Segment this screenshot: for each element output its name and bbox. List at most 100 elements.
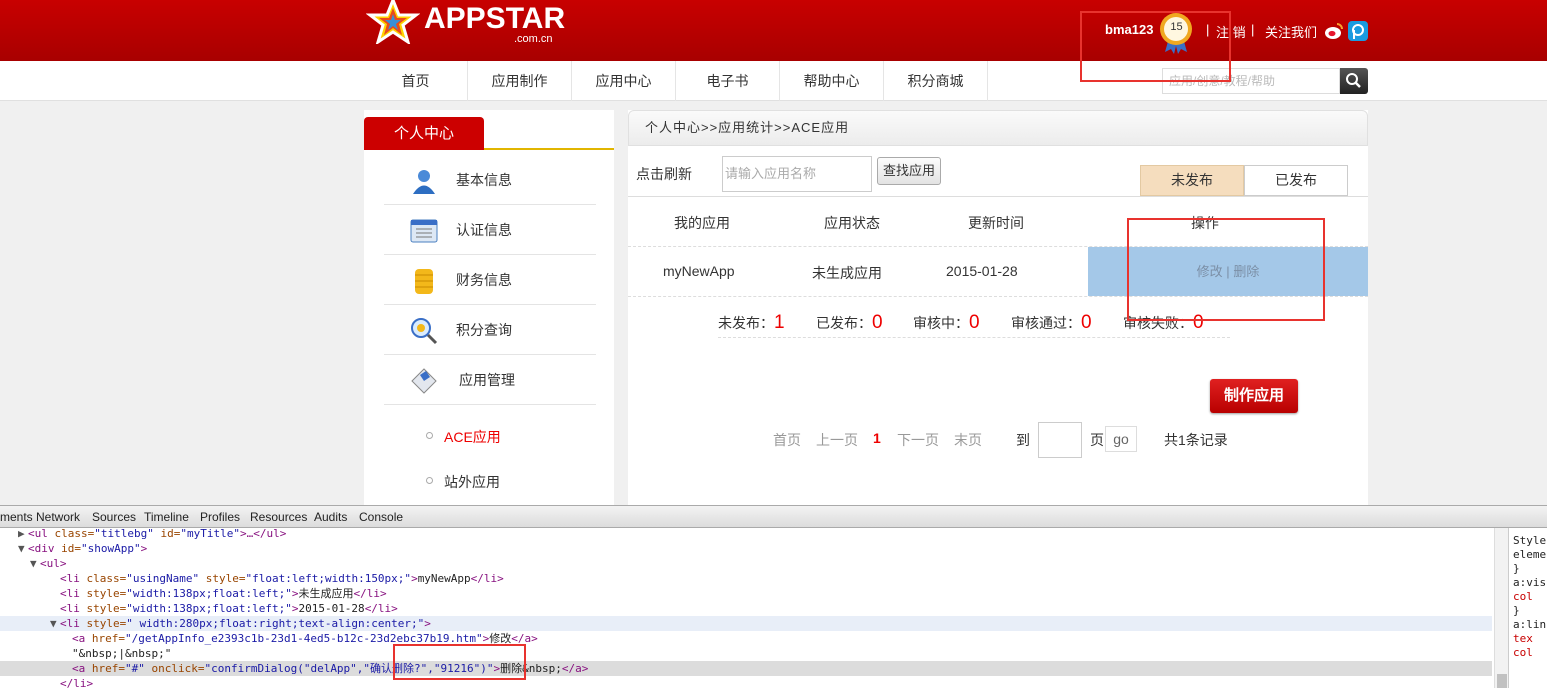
code-token: </li> xyxy=(364,602,398,615)
style-rule-text: a:lin xyxy=(1513,618,1547,631)
dom-node-line[interactable]: ▼ <li style=" width:280px;float:right;tex… xyxy=(0,616,1492,631)
nav-help[interactable]: 帮助中心 xyxy=(780,61,884,101)
style-rule-text: Style xyxy=(1513,534,1547,547)
tab-unpublished[interactable]: 未发布 xyxy=(1140,165,1244,196)
nav-app-center[interactable]: 应用中心 xyxy=(572,61,676,101)
go-button[interactable]: go xyxy=(1105,426,1137,452)
share-icon[interactable] xyxy=(1348,21,1368,41)
pager-next[interactable]: 下一页 xyxy=(897,430,939,450)
sidebar-item-finance[interactable]: 财务信息 xyxy=(384,255,596,305)
code-token: style= xyxy=(86,617,127,630)
sidebar-item-basic-info[interactable]: 基本信息 xyxy=(384,155,596,205)
expand-triangle-icon[interactable]: ▼ xyxy=(30,556,37,571)
dom-node-line[interactable]: <a href="#" onclick="confirmDialog("delA… xyxy=(0,661,1492,676)
dom-node-text: <ul> xyxy=(40,556,67,571)
stat-value: 0 xyxy=(969,312,980,333)
code-token: class= xyxy=(86,572,127,585)
dom-node-line[interactable]: <a href="/getAppInfo_e2393c1b-23d1-4ed5-… xyxy=(0,631,1492,646)
breadcrumb: 个人中心>>应用统计>>ACE应用 xyxy=(628,110,1368,146)
dom-node-line[interactable]: ▶ <ul class="titlebg" id="myTitle">…</ul> xyxy=(0,528,1492,541)
stat-label: 未发布： xyxy=(718,315,774,331)
code-token: </li> xyxy=(60,677,94,688)
stat-published: 已发布：0 xyxy=(816,312,883,334)
dom-node-line[interactable]: <li style="width:138px;float:left;">未生成应… xyxy=(0,586,1492,601)
nav-home[interactable]: 首页 xyxy=(364,61,468,101)
nav-ebook[interactable]: 电子书 xyxy=(676,61,780,101)
expand-triangle-icon[interactable]: ▼ xyxy=(18,541,25,556)
sidebar-item-certification[interactable]: 认证信息 xyxy=(384,205,596,255)
dom-tree[interactable]: ▶ <ul class="titlebg" id="myTitle">…</ul>… xyxy=(0,528,1492,688)
devtools-tab-profiles[interactable]: Profiles xyxy=(200,510,240,524)
code-token: <li xyxy=(60,572,87,585)
devtools-tab-resources[interactable]: Resources xyxy=(250,510,307,524)
make-app-button[interactable]: 制作应用 xyxy=(1210,379,1298,413)
sidebar-sub-external-app[interactable]: 站外应用 xyxy=(426,472,500,492)
devtools-tab-sources[interactable]: Sources xyxy=(92,510,136,524)
sidebar-sub-ace-app[interactable]: ACE应用 xyxy=(426,427,501,447)
devtools-tab-audits[interactable]: Audits xyxy=(314,510,347,524)
sidebar-title: 个人中心 xyxy=(364,117,484,150)
app-name: myNewApp xyxy=(663,263,735,279)
annotation-box xyxy=(393,644,526,680)
app-search-input[interactable]: 请输入应用名称 xyxy=(722,156,872,192)
sidebar-item-app-manage[interactable]: 应用管理 xyxy=(384,355,596,405)
find-app-button[interactable]: 查找应用 xyxy=(877,157,941,185)
sidebar-item-label: 积分查询 xyxy=(456,322,512,338)
code-token: "&nbsp;|&nbsp;" xyxy=(72,647,172,660)
dom-node-line[interactable]: <li class="usingName" style="float:left;… xyxy=(0,571,1492,586)
code-token: style= xyxy=(86,602,127,615)
annotation-box xyxy=(1127,218,1325,321)
pager-first[interactable]: 首页 xyxy=(773,430,801,450)
bullet-icon xyxy=(426,477,433,484)
weibo-icon[interactable] xyxy=(1324,21,1344,41)
style-rule-text: col xyxy=(1513,590,1533,603)
stat-value: 0 xyxy=(1081,312,1092,333)
page-number-input[interactable] xyxy=(1038,422,1082,458)
devtools-scrollbar[interactable] xyxy=(1494,528,1508,688)
refresh-link[interactable]: 点击刷新 xyxy=(636,164,692,184)
dom-node-line[interactable]: </li> xyxy=(0,676,1492,688)
dom-node-line[interactable]: "&nbsp;|&nbsp;" xyxy=(0,646,1492,661)
pager-last[interactable]: 末页 xyxy=(954,430,982,450)
dom-node-text: <li class="usingName" style="float:left;… xyxy=(60,571,504,586)
code-token: <a xyxy=(72,632,92,645)
scrollbar-thumb[interactable] xyxy=(1497,674,1507,688)
code-token: myNewApp xyxy=(417,572,471,585)
sidebar-item-points[interactable]: 积分查询 xyxy=(384,305,596,355)
tab-published[interactable]: 已发布 xyxy=(1244,165,1348,196)
appstar-logo[interactable]: APPSTAR .com.cn xyxy=(366,0,566,48)
styles-pane[interactable]: Style eleme} a:vis col} a:lin tex col xyxy=(1508,528,1547,688)
dom-node-line[interactable]: <li style="width:138px;float:left;">2015… xyxy=(0,601,1492,616)
nav-app-create[interactable]: 应用制作 xyxy=(468,61,572,101)
devtools-tab-timeline[interactable]: Timeline xyxy=(144,510,189,524)
logo-domain: .com.cn xyxy=(514,33,553,45)
style-rule-text: col xyxy=(1513,646,1533,659)
pager-to-label: 到 xyxy=(1016,432,1030,448)
style-rule-text: tex xyxy=(1513,632,1533,645)
search-button[interactable] xyxy=(1340,68,1368,94)
top-header: APPSTAR .com.cn bma123 15 | 注 销 | 关注我们 xyxy=(0,0,1547,61)
devtools-tab-network[interactable]: Network xyxy=(36,510,80,524)
code-token: " width:280px;float:right;text-align:cen… xyxy=(126,617,425,630)
nav-points-mall[interactable]: 积分商城 xyxy=(884,61,988,101)
column-header-status: 应用状态 xyxy=(824,215,880,231)
stat-approved: 审核通过：0 xyxy=(1011,312,1092,334)
dom-node-line[interactable]: ▼ <ul> xyxy=(0,556,1492,571)
expand-triangle-icon[interactable]: ▼ xyxy=(50,616,57,631)
list-icon xyxy=(410,219,438,243)
code-token: </li> xyxy=(353,587,387,600)
code-token: > xyxy=(424,617,431,630)
sidebar-item-label: 应用管理 xyxy=(459,372,515,388)
devtools-tab-console[interactable]: Console xyxy=(359,510,403,524)
dom-node-line[interactable]: ▼ <div id="showApp"> xyxy=(0,541,1492,556)
code-token: style= xyxy=(86,587,127,600)
code-token: <a xyxy=(72,662,92,675)
devtools-tab-elements[interactable]: ments xyxy=(0,510,33,524)
code-token: "usingName" xyxy=(126,572,206,585)
code-token: <ul xyxy=(28,528,55,540)
column-header-updated: 更新时间 xyxy=(968,215,1024,231)
expand-triangle-icon[interactable]: ▶ xyxy=(18,528,25,541)
follow-us-link[interactable]: 关注我们 xyxy=(1265,22,1317,41)
pager-prev[interactable]: 上一页 xyxy=(816,430,858,450)
stat-value: 0 xyxy=(872,312,883,333)
